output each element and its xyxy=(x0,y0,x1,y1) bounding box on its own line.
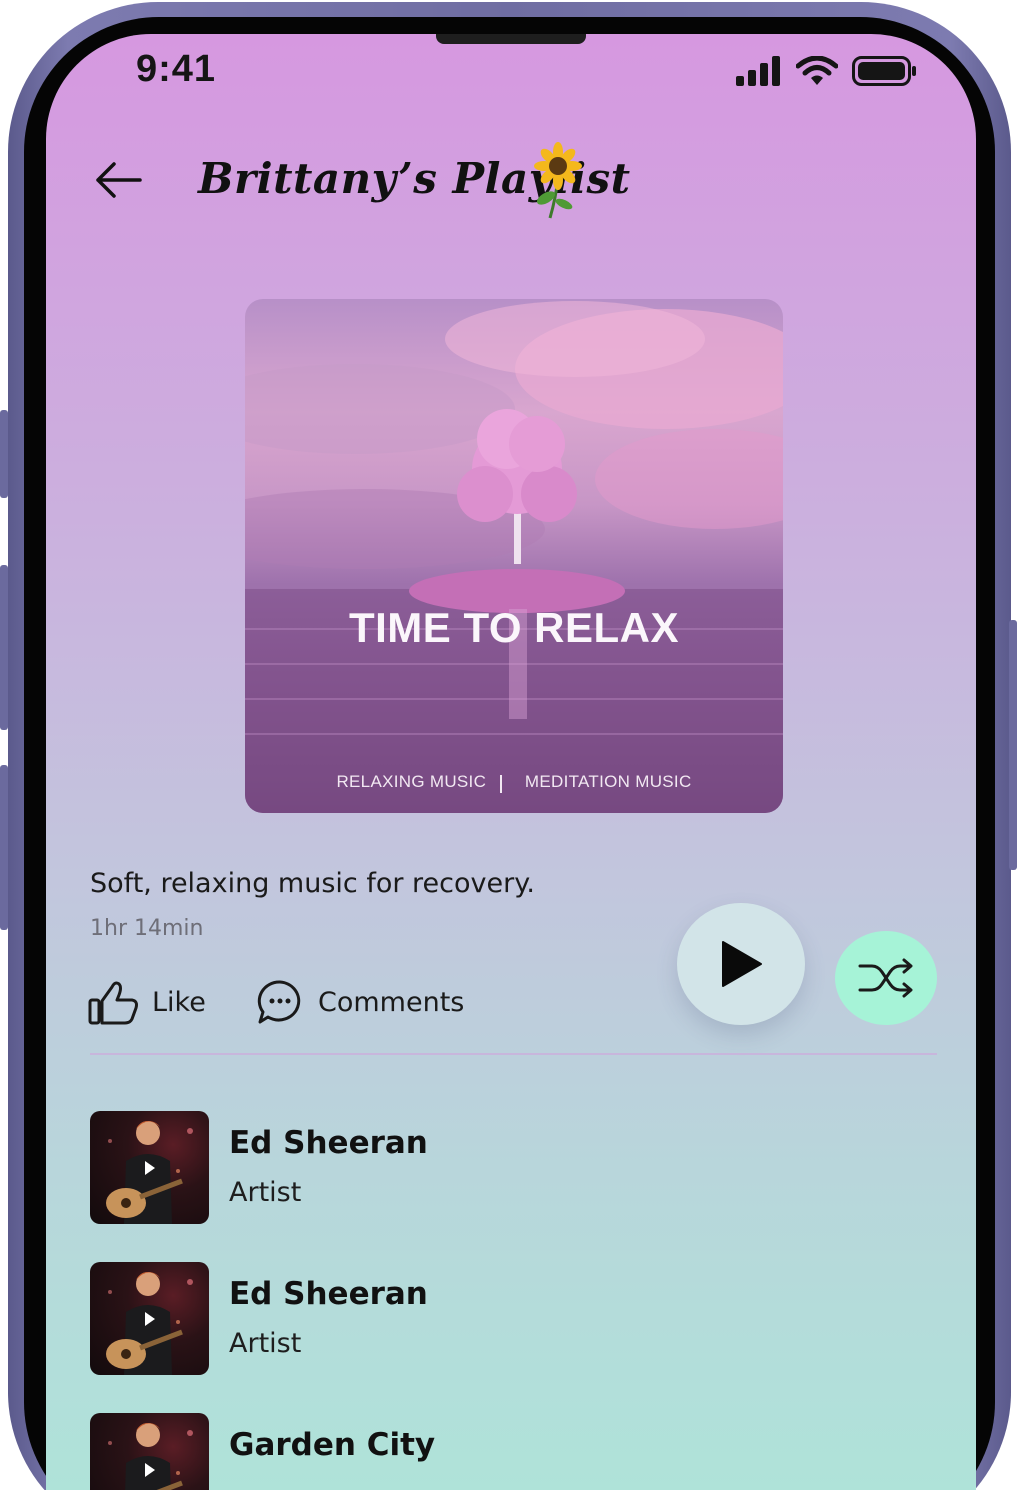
track-row[interactable]: Ed Sheeran Artist xyxy=(90,1262,937,1413)
shuffle-icon xyxy=(858,958,913,998)
track-subtitle: Artist xyxy=(229,1177,302,1208)
track-thumbnail xyxy=(90,1413,209,1490)
status-time: 9:41 xyxy=(136,48,217,90)
track-row[interactable]: Ed Sheeran Artist xyxy=(90,1111,937,1262)
track-name: Ed Sheeran xyxy=(229,1125,428,1161)
track-row[interactable]: Garden City xyxy=(90,1413,937,1490)
like-label: Like xyxy=(152,986,206,1018)
speaker-notch xyxy=(436,34,586,44)
section-divider xyxy=(90,1053,937,1055)
track-thumbnail xyxy=(90,1262,209,1375)
comments-button[interactable]: Comments xyxy=(256,978,464,1026)
volume-up-button xyxy=(0,565,8,730)
status-icons xyxy=(736,56,918,86)
battery-icon xyxy=(852,56,916,86)
power-button xyxy=(1009,620,1017,870)
playlist-description: Soft, relaxing music for recovery. xyxy=(90,868,535,899)
cellular-signal-icon xyxy=(736,56,780,86)
back-button[interactable] xyxy=(94,160,144,200)
volume-down-button xyxy=(0,765,8,930)
cover-tag-relaxing: RELAXING MUSIC xyxy=(336,772,487,791)
playlist-duration: 1hr 14min xyxy=(90,916,204,941)
cover-tags: RELAXING MUSIC | MEDITATION MUSIC xyxy=(245,772,783,792)
sunflower-icon xyxy=(534,142,582,219)
play-icon xyxy=(722,941,762,987)
chat-bubble-icon xyxy=(257,980,301,1024)
wifi-icon xyxy=(796,56,838,85)
artist-photo xyxy=(106,1272,193,1375)
track-list: Ed Sheeran Artist Ed Sheeran Artist Gard… xyxy=(90,1111,937,1490)
play-button[interactable] xyxy=(677,903,805,1025)
arrow-left-icon xyxy=(96,162,142,198)
track-subtitle: Artist xyxy=(229,1328,302,1359)
track-name: Garden City xyxy=(229,1427,436,1463)
cover-title: TIME TO RELAX xyxy=(348,604,680,651)
cover-artwork xyxy=(245,301,783,813)
like-button[interactable]: Like xyxy=(88,978,206,1026)
artist-photo xyxy=(106,1121,193,1224)
playlist-cover: TIME TO RELAX RELAXING MUSIC | MEDITATIO… xyxy=(245,299,783,813)
artist-photo xyxy=(108,1423,193,1490)
track-name: Ed Sheeran xyxy=(229,1276,428,1312)
shuffle-button[interactable] xyxy=(835,931,937,1025)
thumbs-up-icon xyxy=(88,981,138,1025)
comments-label: Comments xyxy=(318,986,465,1018)
track-thumbnail xyxy=(90,1111,209,1224)
cover-tag-meditation: MEDITATION MUSIC xyxy=(524,772,692,791)
mute-switch xyxy=(0,410,8,498)
app-screen: 9:41 Brittany’s Playlist TIME TO RELAX R… xyxy=(46,34,976,1490)
